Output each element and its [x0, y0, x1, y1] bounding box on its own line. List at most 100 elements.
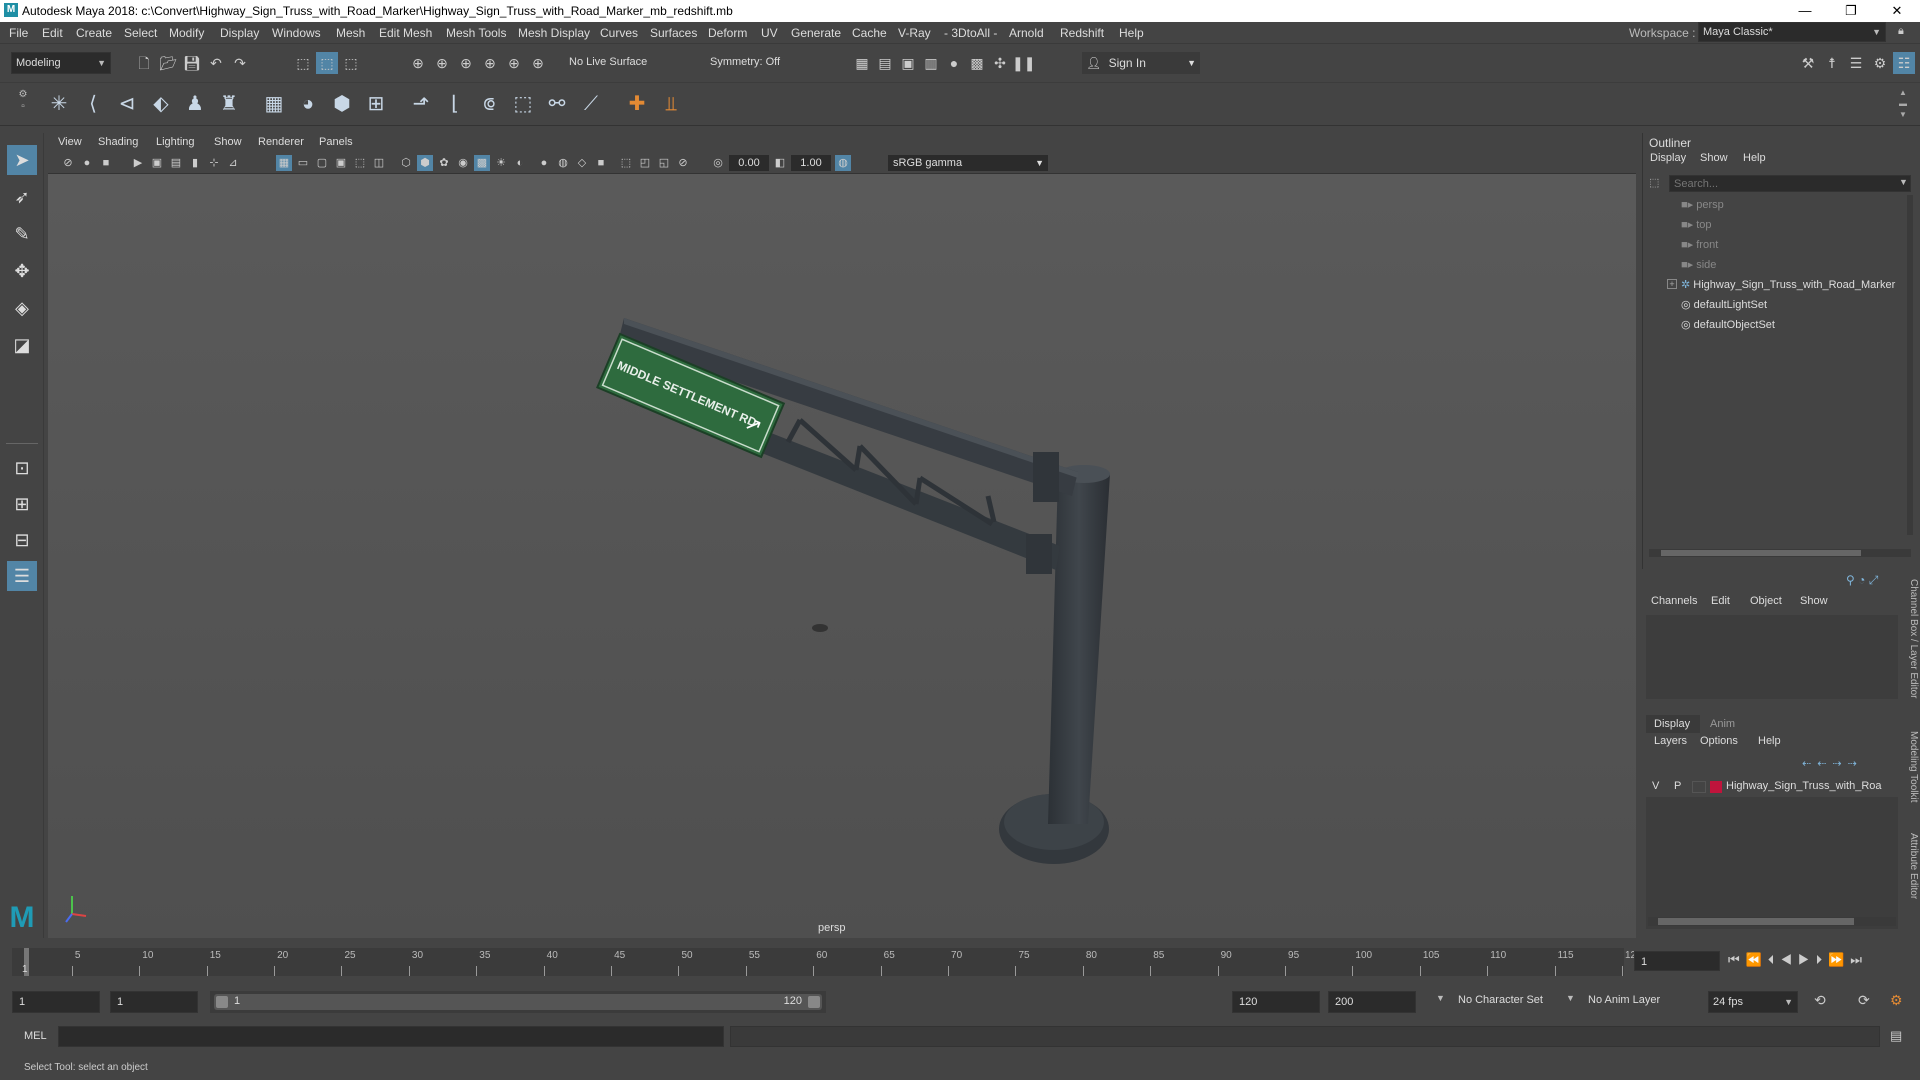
- poly-cylinder-icon[interactable]: ⬢: [327, 89, 357, 119]
- anim-layer-label[interactable]: No Anim Layer: [1588, 994, 1660, 1006]
- menu-deform[interactable]: Deform: [708, 26, 747, 40]
- playback-controls[interactable]: ⏮⏪⏴◀▶⏵⏩⏭: [1728, 952, 1868, 968]
- extrude-icon[interactable]: ⬏: [406, 89, 436, 119]
- outliner-menu-help[interactable]: Help: [1743, 152, 1766, 164]
- layer-horizontal-scrollbar[interactable]: [1648, 917, 1896, 926]
- playback-start-field[interactable]: 1: [110, 991, 198, 1013]
- pause-render-icon[interactable]: ❚❚: [1012, 52, 1035, 74]
- tool-settings-icon[interactable]: ⚙: [1869, 52, 1891, 74]
- outliner-item-front[interactable]: ■▸ front: [1681, 235, 1718, 255]
- gate-mask-icon[interactable]: ▢: [314, 155, 330, 171]
- channel-menu-object[interactable]: Object: [1750, 595, 1782, 607]
- menu-modify[interactable]: Modify: [169, 26, 204, 40]
- layer-menu-options[interactable]: Options: [1700, 735, 1738, 747]
- color-management-icon[interactable]: ◍: [835, 155, 851, 171]
- poly-plane-icon[interactable]: ⊞: [361, 89, 391, 119]
- modeling-toolkit-side-tab[interactable]: Modeling Toolkit: [1903, 731, 1919, 809]
- minimize-button[interactable]: —: [1782, 0, 1828, 22]
- snap-vertex-icon[interactable]: ⊕: [527, 52, 549, 74]
- menu-select[interactable]: Select: [124, 26, 157, 40]
- scene-end-field[interactable]: 200: [1328, 991, 1416, 1013]
- lock-icon[interactable]: 🔒︎: [1898, 25, 1912, 39]
- scrollbar-thumb[interactable]: [1658, 918, 1854, 925]
- select-hierarchy-icon[interactable]: ⬚: [292, 52, 314, 74]
- maximize-button[interactable]: ❐: [1828, 0, 1874, 22]
- layer-row[interactable]: V P Highway_Sign_Truss_with_Roa: [1646, 777, 1898, 797]
- modeling-toolkit-icon[interactable]: ⚒: [1797, 52, 1819, 74]
- bezier-curve-icon[interactable]: ⬖: [146, 89, 176, 119]
- select-component-icon[interactable]: ⬚: [340, 52, 362, 74]
- layer-color-swatch[interactable]: [1710, 781, 1722, 793]
- move-tool-icon[interactable]: ✥: [7, 256, 37, 286]
- menu-help[interactable]: Help: [1119, 26, 1144, 40]
- menu-mesh[interactable]: Mesh: [336, 26, 365, 40]
- target-weld-icon[interactable]: ⟋: [576, 89, 606, 119]
- fps-dropdown[interactable]: 24 fps ▼: [1708, 991, 1798, 1013]
- snap-view-icon[interactable]: ⊕: [479, 52, 501, 74]
- menu-generate[interactable]: Generate: [791, 26, 841, 40]
- menu-vray[interactable]: V-Ray: [898, 26, 931, 40]
- auto-key-icon[interactable]: ⟳: [1858, 992, 1870, 1009]
- outliner-menu-display[interactable]: Display: [1650, 152, 1686, 164]
- time-slider[interactable]: 1 5 10 15 20 25 30 35 40 45 50 55 60 65 70 75 80 85 90 95 1…: [0, 944, 1920, 980]
- open-scene-icon[interactable]: 📂︎: [157, 52, 179, 74]
- channel-box-icon[interactable]: ☷: [1893, 52, 1915, 74]
- menu-arnold[interactable]: Arnold: [1009, 26, 1044, 40]
- channel-menu-show[interactable]: Show: [1800, 595, 1828, 607]
- outliner-item-default-object-set[interactable]: ◎ defaultObjectSet: [1681, 315, 1775, 335]
- mode-dropdown[interactable]: Modeling ▼: [11, 52, 111, 74]
- grease-pencil-icon[interactable]: ▤: [168, 155, 184, 171]
- bridge-icon[interactable]: ⌊: [440, 89, 470, 119]
- field-chart-icon[interactable]: ▣: [333, 155, 349, 171]
- two-pane-view-icon[interactable]: ⊟: [7, 525, 37, 555]
- xray-icon[interactable]: ⬚: [618, 155, 634, 171]
- outliner-item-default-light-set[interactable]: ◎ defaultLightSet: [1681, 295, 1767, 315]
- joint-tool-icon[interactable]: ♟: [180, 89, 210, 119]
- gamma-icon[interactable]: ◧: [772, 155, 788, 171]
- sign-in-button[interactable]: 👤︎ Sign In ▼: [1082, 52, 1200, 74]
- render-view-icon[interactable]: ▩: [966, 52, 988, 74]
- chevron-down-icon[interactable]: ▼: [1566, 993, 1575, 1003]
- wireframe-shading-icon[interactable]: ⬡: [398, 155, 414, 171]
- script-editor-icon[interactable]: ▤: [1890, 1028, 1902, 1044]
- current-frame-field[interactable]: 1: [1634, 951, 1720, 971]
- workspace-dropdown[interactable]: Maya Classic* ▼: [1698, 22, 1886, 42]
- menu-windows[interactable]: Windows: [272, 26, 321, 40]
- channel-menu-edit[interactable]: Edit: [1711, 595, 1730, 607]
- select-tool-icon[interactable]: ➤: [7, 145, 37, 175]
- character-controls-icon[interactable]: ☨: [1821, 52, 1843, 74]
- shadows-icon[interactable]: ☀: [493, 155, 509, 171]
- scene-start-field[interactable]: 1: [12, 991, 100, 1013]
- step-back-key-icon[interactable]: ⏪: [1746, 952, 1768, 967]
- snap-surface-icon[interactable]: ⊕: [503, 52, 525, 74]
- layer-playback-toggle[interactable]: P: [1674, 780, 1681, 792]
- textured-icon[interactable]: ◉: [455, 155, 471, 171]
- hypershade-icon[interactable]: ●: [943, 52, 965, 74]
- range-start-handle[interactable]: [216, 996, 228, 1008]
- viewport-persp[interactable]: MIDDLE SETTLEMENT RD ↗ persp: [48, 174, 1636, 938]
- shelf-settings-icon[interactable]: ⚙ ▫: [16, 89, 30, 119]
- save-scene-icon[interactable]: 💾︎: [181, 52, 203, 74]
- viewport-menu-view[interactable]: View: [58, 136, 82, 148]
- outliner-layout-icon[interactable]: ☰: [7, 561, 37, 591]
- redo-icon[interactable]: ↷: [229, 52, 251, 74]
- select-object-icon[interactable]: ⬚: [316, 52, 338, 74]
- safe-title-icon[interactable]: ◫: [371, 155, 387, 171]
- outliner-vertical-scrollbar[interactable]: [1907, 195, 1913, 535]
- menu-cache[interactable]: Cache: [852, 26, 887, 40]
- resolution-gate-icon[interactable]: ▭: [295, 155, 311, 171]
- menu-redshift[interactable]: Redshift: [1060, 26, 1104, 40]
- motion-blur-icon[interactable]: ●: [536, 155, 552, 171]
- attribute-editor-side-tab[interactable]: Attribute Editor: [1903, 833, 1919, 925]
- filter-icon[interactable]: ⬚: [1649, 176, 1663, 190]
- isolate-select-icon[interactable]: ■: [593, 155, 609, 171]
- tab-anim[interactable]: Anim: [1702, 715, 1748, 733]
- viewport-menu-panels[interactable]: Panels: [319, 136, 353, 148]
- channel-menu-channels[interactable]: Channels: [1651, 595, 1697, 607]
- outliner-item-top[interactable]: ■▸ top: [1681, 215, 1712, 235]
- menu-3dtoall[interactable]: - 3DtoAll -: [944, 26, 997, 40]
- bool-icon[interactable]: ⬚: [508, 89, 538, 119]
- chevron-down-icon[interactable]: ▼: [1436, 993, 1445, 1003]
- layer-name[interactable]: Highway_Sign_Truss_with_Roa: [1726, 780, 1882, 792]
- step-forward-key-icon[interactable]: ⏩: [1828, 952, 1850, 967]
